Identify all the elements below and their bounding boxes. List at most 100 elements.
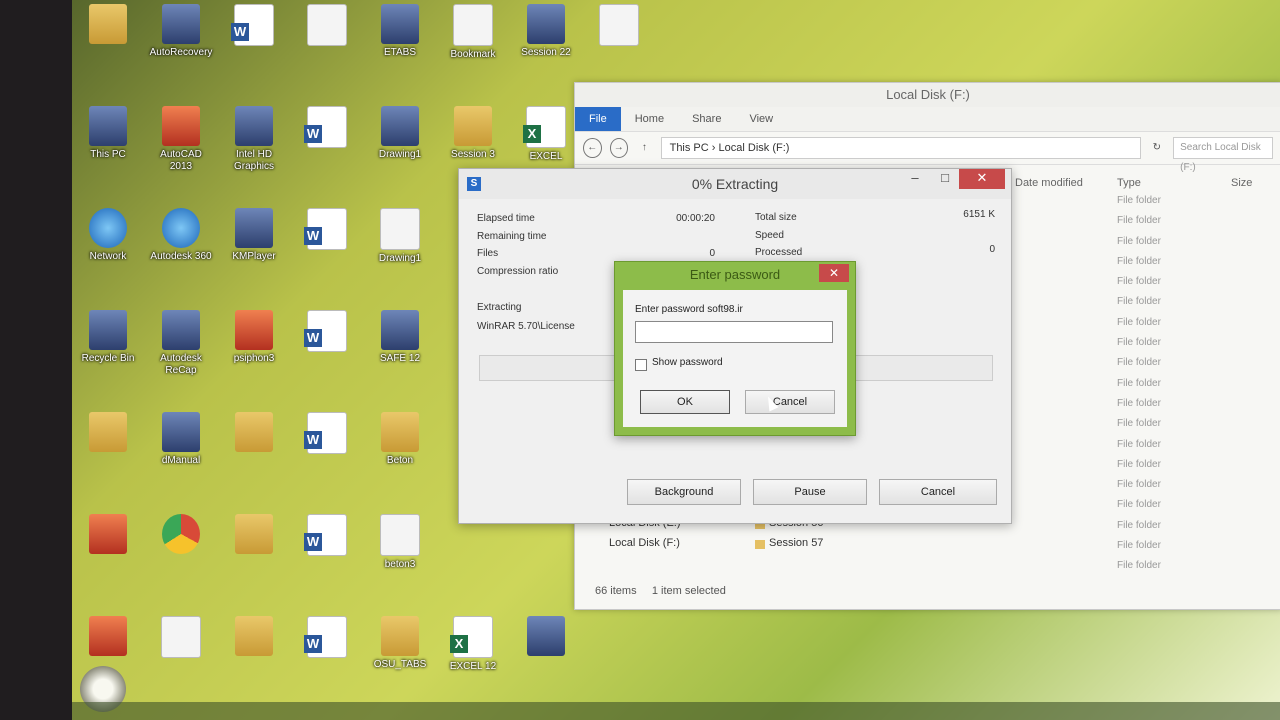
password-input[interactable] [635,321,833,343]
cancel-password-button[interactable]: Cancel [745,390,835,414]
table-row[interactable]: File folder [1015,459,1275,479]
desktop-icon[interactable]: Bookmark [441,4,505,61]
desktop-icon[interactable] [149,616,213,661]
type-cell: File folder [1117,418,1161,430]
path-drive[interactable]: Local Disk (F:) [719,142,790,154]
background-button[interactable]: Background [627,479,741,505]
desktop-icon[interactable]: KMPlayer [222,208,286,263]
tab-view[interactable]: View [735,107,787,131]
table-row[interactable]: File folder [1015,215,1275,235]
desktop-icon[interactable] [76,412,140,455]
desktop-icon[interactable] [76,616,140,659]
desktop-icon[interactable] [295,412,359,457]
table-row[interactable]: File folder [1015,296,1275,316]
desktop-icon-label: dManual [161,455,201,466]
desktop-icon[interactable]: beton3 [368,514,432,571]
desktop-icon[interactable] [222,412,286,455]
desktop-icon[interactable]: EXCEL 12 [441,616,505,673]
desktop-icon[interactable]: EXCEL [514,106,578,163]
column-type[interactable]: Type [1117,177,1141,189]
close-icon[interactable]: ✕ [819,264,849,282]
desktop-icon[interactable] [295,310,359,355]
table-row[interactable]: File folder [1015,439,1275,459]
desktop-icon[interactable]: SAFE 12 [368,310,432,365]
tab-share[interactable]: Share [678,107,735,131]
column-size[interactable]: Size [1231,177,1252,189]
tab-file[interactable]: File [575,107,621,131]
type-cell: File folder [1117,458,1161,470]
table-row[interactable]: File folder [1015,256,1275,276]
folder-icon [235,412,273,452]
desktop-icon[interactable]: dManual [149,412,213,467]
table-row[interactable]: File folder [1015,378,1275,398]
doc-icon [380,208,420,250]
status-bar: 66 items 1 item selected [595,585,726,597]
ok-button[interactable]: OK [640,390,730,414]
desktop-icon[interactable] [295,616,359,661]
desktop-icon[interactable]: Intel HD Graphics [222,106,286,173]
show-password-label[interactable]: Show password [652,357,723,368]
address-bar[interactable]: This PC › Local Disk (F:) [660,137,1141,159]
desktop-icon[interactable]: AutoRecovery [149,4,213,59]
table-row[interactable]: File folder [1015,276,1275,296]
date-cell [1015,398,1117,418]
desktop-icon[interactable]: Recycle Bin [76,310,140,365]
table-row[interactable]: File folder [1015,236,1275,256]
desktop-icon[interactable] [222,4,286,49]
table-row[interactable]: File folder [1015,499,1275,519]
desktop-icon[interactable] [76,4,140,47]
table-row[interactable]: File folder [1015,560,1275,580]
table-row[interactable]: File folder [1015,317,1275,337]
desktop-icon[interactable]: Network [76,208,140,263]
desktop-icon[interactable]: OSU_TABS [368,616,432,671]
table-row[interactable]: File folder [1015,195,1275,215]
desktop-icon[interactable] [295,106,359,151]
date-cell [1015,256,1117,276]
close-icon[interactable]: ✕ [959,169,1005,189]
desktop-icon[interactable] [76,514,140,557]
desktop-icon[interactable]: Autodesk ReCap [149,310,213,377]
desktop-icon[interactable]: Beton [368,412,432,467]
desktop-icon[interactable]: Session 22 [514,4,578,59]
desktop-icon[interactable]: Drawing1 [368,208,432,265]
desktop-icon[interactable] [587,4,651,49]
minimize-icon[interactable]: – [903,169,927,189]
cancel-extract-button[interactable]: Cancel [879,479,997,505]
desktop-icon[interactable] [514,616,578,659]
nav-item-drive-f[interactable]: Local Disk (F:) [609,537,681,557]
desktop-icon[interactable]: This PC [76,106,140,161]
desktop-icon[interactable]: Session 3 [441,106,505,161]
tab-home[interactable]: Home [621,107,678,131]
search-input[interactable]: Search Local Disk (F:) [1173,137,1273,173]
forward-icon[interactable]: → [609,138,629,158]
table-row[interactable]: File folder [1015,479,1275,499]
desktop-icon[interactable]: Drawing1 [368,106,432,161]
path-this-pc[interactable]: This PC [670,142,709,154]
table-row[interactable]: File folder [1015,540,1275,560]
column-date-modified[interactable]: Date modified [1015,177,1083,189]
pause-button[interactable]: Pause [753,479,867,505]
red-icon [162,106,200,146]
maximize-icon[interactable]: □ [933,169,957,189]
desktop-icon[interactable]: ETABS [368,4,432,59]
table-row[interactable]: File folder [1015,337,1275,357]
table-row[interactable]: File folder [1015,398,1275,418]
desktop-icon[interactable] [295,4,359,49]
list-item[interactable]: Session 57 [755,537,823,557]
refresh-icon[interactable]: ↻ [1149,139,1166,157]
table-row[interactable]: File folder [1015,418,1275,438]
desktop-icon[interactable]: psiphon3 [222,310,286,365]
desktop-icon[interactable] [222,514,286,557]
desktop-icon[interactable] [149,514,213,557]
up-icon[interactable]: ↑ [636,139,653,157]
total-size-value: 6151 K [963,209,995,220]
desktop-icon[interactable] [295,208,359,253]
desktop-icon[interactable]: AutoCAD 2013 [149,106,213,173]
desktop-icon[interactable] [222,616,286,659]
table-row[interactable]: File folder [1015,520,1275,540]
desktop-icon[interactable]: Autodesk 360 [149,208,213,263]
show-password-checkbox[interactable] [635,359,647,371]
table-row[interactable]: File folder [1015,357,1275,377]
desktop-icon[interactable] [295,514,359,559]
back-icon[interactable]: ← [583,138,602,158]
